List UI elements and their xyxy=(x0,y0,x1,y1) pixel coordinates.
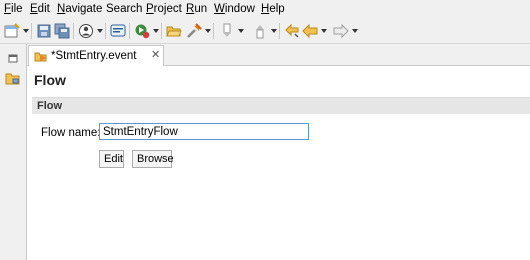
menu-edit[interactable]: Edit xyxy=(30,3,50,16)
forward-dropdown-icon[interactable] xyxy=(352,29,358,33)
run-dropdown-icon[interactable] xyxy=(153,29,159,33)
toolbar-separator xyxy=(31,23,32,39)
back-icon[interactable] xyxy=(302,23,318,39)
toolbar-separator xyxy=(161,23,162,39)
new-icon[interactable] xyxy=(4,23,20,39)
flow-name-label: Flow name: xyxy=(41,127,101,139)
next-annotation-dropdown-icon[interactable] xyxy=(238,29,244,33)
page-title: Flow xyxy=(34,72,66,88)
menu-bar: File Edit Navigate Search Project Run Wi… xyxy=(0,0,530,18)
toolbar-separator xyxy=(105,23,106,39)
toolbar-separator xyxy=(279,23,280,39)
editor-tab-bar: *StmtEntry.event ✕ xyxy=(27,44,530,66)
left-trim-bar xyxy=(0,44,27,260)
last-edit-icon[interactable] xyxy=(284,23,300,39)
menu-file[interactable]: File xyxy=(4,3,23,16)
tools-icon[interactable] xyxy=(186,23,202,39)
console-icon[interactable] xyxy=(110,23,126,39)
tools-dropdown-icon[interactable] xyxy=(205,29,211,33)
toolbar-separator xyxy=(73,23,74,39)
menu-search[interactable]: Search xyxy=(106,3,142,16)
event-file-icon xyxy=(34,49,48,66)
main-toolbar xyxy=(0,18,530,44)
flow-name-input[interactable] xyxy=(99,123,309,140)
run-icon[interactable] xyxy=(134,23,150,39)
prev-annotation-dropdown-icon[interactable] xyxy=(271,29,277,33)
tab-label: *StmtEntry.event xyxy=(51,50,137,62)
menu-navigate[interactable]: Navigate xyxy=(57,3,102,16)
forward-icon[interactable] xyxy=(333,23,349,39)
prev-annotation-icon[interactable] xyxy=(252,23,268,39)
profile-icon[interactable] xyxy=(78,23,94,39)
menu-window[interactable]: Window xyxy=(214,3,255,16)
toolbar-separator xyxy=(129,23,130,39)
tab-stmtentry-event[interactable]: *StmtEntry.event ✕ xyxy=(28,45,164,66)
toolbar-separator xyxy=(213,23,214,39)
save-all-icon[interactable] xyxy=(54,23,70,39)
close-icon[interactable]: ✕ xyxy=(151,49,160,61)
flow-editor: Flow Flow Flow name: Edit Browse xyxy=(27,66,530,260)
package-explorer-icon[interactable] xyxy=(4,69,22,87)
menu-help[interactable]: Help xyxy=(261,3,285,16)
save-icon[interactable] xyxy=(36,23,52,39)
open-folder-icon[interactable] xyxy=(166,23,182,39)
browse-button[interactable]: Browse xyxy=(132,150,174,168)
new-dropdown-icon[interactable] xyxy=(23,29,29,33)
menu-project[interactable]: Project xyxy=(146,3,182,16)
edit-button[interactable]: Edit xyxy=(99,150,124,168)
section-header[interactable]: Flow xyxy=(32,97,530,114)
section-title: Flow xyxy=(37,100,63,112)
restore-icon[interactable] xyxy=(4,50,22,68)
back-dropdown-icon[interactable] xyxy=(321,29,327,33)
next-annotation-icon[interactable] xyxy=(219,23,235,39)
menu-run[interactable]: Run xyxy=(186,3,207,16)
profile-dropdown-icon[interactable] xyxy=(97,29,103,33)
